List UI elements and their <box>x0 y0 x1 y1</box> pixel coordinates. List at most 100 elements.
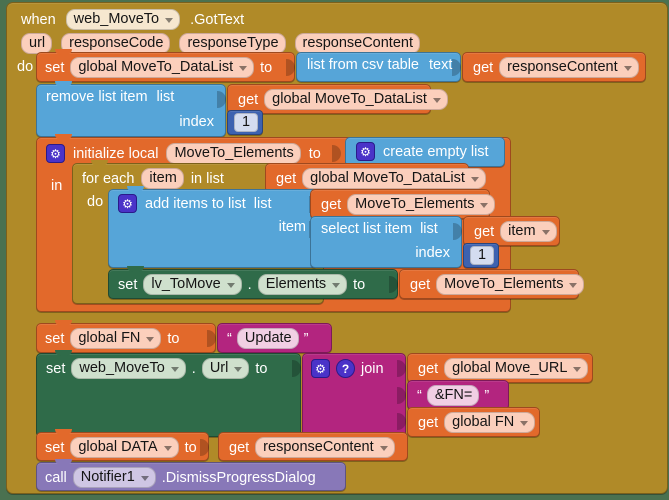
mutator-gear-icon[interactable]: ⚙ <box>311 359 330 378</box>
block-join[interactable]: ⚙ ? join <box>302 353 406 437</box>
event-parameters: url responseCode responseType responseCo… <box>21 33 420 54</box>
statement-set-global-datalist[interactable]: set global MoveTo_DataList to <box>36 49 295 82</box>
top-notch <box>55 459 72 465</box>
to-label: to <box>255 360 268 377</box>
text-field-fn-param[interactable]: &FN= <box>426 385 480 406</box>
top-notch <box>55 49 72 55</box>
method-name-label: .DismissProgressDialog <box>161 469 316 486</box>
value-socket <box>292 360 301 377</box>
param-responseType[interactable]: responseType <box>179 33 286 54</box>
block-text-update[interactable]: “ Update ” <box>217 323 332 353</box>
variable-name: global MoveTo_DataList <box>310 170 465 186</box>
property-dropdown-elements[interactable]: Elements <box>257 274 348 295</box>
to-label: to <box>353 276 366 293</box>
statement-set-global-fn[interactable]: set global FN to <box>36 320 216 353</box>
dot-separator: . <box>247 276 252 293</box>
block-get-moveto-elements-2[interactable]: get MoveTo_Elements <box>399 269 585 299</box>
statement-call-notifier-dismiss[interactable]: call Notifier1 .DismissProgressDialog <box>36 459 346 491</box>
statement-remove-list-item[interactable]: remove list item list index <box>36 81 226 137</box>
chevron-down-icon <box>379 445 388 451</box>
variable-dropdown-global-datalist[interactable]: global MoveTo_DataList <box>70 57 255 78</box>
component-dropdown-web-moveto[interactable]: web_MoveTo <box>71 358 186 379</box>
help-icon[interactable]: ? <box>336 359 355 378</box>
block-get-global-fn[interactable]: get global FN <box>407 407 540 437</box>
block-number-index-2[interactable]: 1 <box>463 243 499 268</box>
block-text-fn-param[interactable]: “ &FN= ” <box>407 380 509 410</box>
variable-dropdown-item[interactable]: item <box>500 221 557 242</box>
block-get-global-move-url[interactable]: get global Move_URL <box>407 353 593 383</box>
property-dropdown-url[interactable]: Url <box>201 358 250 379</box>
chevron-down-icon <box>480 202 489 208</box>
top-notch <box>55 350 72 356</box>
param-url[interactable]: url <box>21 33 53 54</box>
do-label: do <box>17 59 34 75</box>
set-label: set <box>45 330 65 347</box>
variable-dropdown-global-move-url[interactable]: global Move_URL <box>444 358 589 379</box>
chevron-down-icon <box>226 282 235 288</box>
statement-set-web-moveto-url[interactable]: set web_MoveTo . Url to <box>36 350 301 437</box>
variable-dropdown-global-datalist[interactable]: global MoveTo_DataList <box>302 168 486 189</box>
dot-separator: . <box>191 360 196 377</box>
variable-dropdown-global-data[interactable]: global DATA <box>70 437 179 458</box>
block-get-item[interactable]: get item <box>463 216 560 246</box>
list-socket <box>217 91 226 108</box>
add-items-to-list-label: add items to list <box>145 195 246 212</box>
variable-dropdown-global-fn[interactable]: global FN <box>70 328 162 349</box>
chevron-down-icon <box>541 229 550 235</box>
chevron-down-icon <box>239 65 248 71</box>
number-field[interactable]: 1 <box>234 113 259 132</box>
statement-set-lv-tomove-elements[interactable]: set lv_ToMove . Elements to <box>108 266 398 299</box>
variable-dropdown-moveto-elements[interactable]: MoveTo_Elements <box>347 194 496 215</box>
get-label: get <box>238 91 259 108</box>
component-dropdown-lv-tomove[interactable]: lv_ToMove <box>143 274 242 295</box>
local-variable-name[interactable]: MoveTo_Elements <box>166 143 301 164</box>
variable-name: global DATA <box>78 439 158 455</box>
mutator-gear-icon[interactable]: ⚙ <box>46 144 65 163</box>
event-header: when web_MoveTo .GotText <box>21 9 244 30</box>
variable-name: MoveTo_Elements <box>355 196 475 212</box>
text-socket <box>452 59 461 76</box>
remove-list-item-label: remove list item <box>46 89 148 105</box>
block-get-responsecontent-1[interactable]: get responseContent <box>462 52 646 82</box>
block-get-moveto-elements-1[interactable]: get MoveTo_Elements <box>310 189 496 219</box>
block-select-list-item[interactable]: select list item list index <box>310 216 462 268</box>
list-socket-label: list <box>156 89 175 105</box>
block-list-from-csv-table[interactable]: list from csv table text <box>296 52 461 82</box>
param-responseContent[interactable]: responseContent <box>294 33 420 54</box>
join-socket-2 <box>397 387 406 404</box>
quote-close: ” <box>303 330 309 347</box>
value-socket <box>389 276 398 293</box>
variable-dropdown-responsecontent[interactable]: responseContent <box>255 437 395 458</box>
variable-dropdown-global-fn[interactable]: global FN <box>444 412 536 433</box>
block-get-responsecontent-2[interactable]: get responseContent <box>218 432 408 461</box>
property-name: Elements <box>265 276 327 292</box>
create-empty-list-label: create empty list <box>383 143 489 160</box>
variable-name: global MoveTo_DataList <box>78 59 234 75</box>
get-label: get <box>474 223 495 240</box>
loop-variable-item[interactable]: item <box>141 168 184 189</box>
variable-dropdown-moveto-elements[interactable]: MoveTo_Elements <box>436 274 585 295</box>
quote-open: “ <box>227 330 232 347</box>
property-name: Url <box>209 360 229 376</box>
variable-name: global Move_URL <box>452 360 568 376</box>
statement-add-items-to-list[interactable]: ⚙ add items to list list item <box>108 186 318 268</box>
to-label: to <box>167 330 180 347</box>
get-label: get <box>473 59 494 76</box>
set-label: set <box>46 360 66 377</box>
variable-dropdown-responsecontent[interactable]: responseContent <box>499 57 639 78</box>
chevron-down-icon <box>234 366 243 372</box>
component-dropdown-notifier1[interactable]: Notifier1 <box>72 467 156 488</box>
number-field[interactable]: 1 <box>470 246 495 265</box>
event-component-dropdown[interactable]: web_MoveTo <box>65 9 181 30</box>
blocks-canvas[interactable]: when web_MoveTo .GotText url responseCod… <box>0 0 669 500</box>
variable-name: item <box>508 223 536 239</box>
top-notch <box>55 320 72 326</box>
set-label: set <box>45 439 65 456</box>
block-number-index-1[interactable]: 1 <box>227 110 263 135</box>
param-responseCode[interactable]: responseCode <box>61 33 171 54</box>
statement-set-global-data[interactable]: set global DATA to <box>36 429 209 461</box>
variable-dropdown-global-datalist[interactable]: global MoveTo_DataList <box>264 89 448 110</box>
text-field-update[interactable]: Update <box>236 328 299 349</box>
mutator-gear-icon[interactable]: ⚙ <box>356 142 375 161</box>
mutator-gear-icon[interactable]: ⚙ <box>118 194 137 213</box>
